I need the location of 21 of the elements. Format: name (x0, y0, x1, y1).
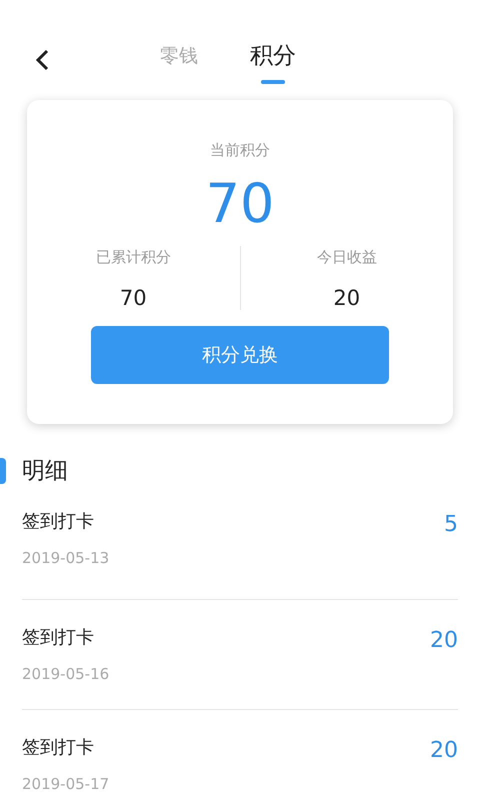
record-date: 2019-05-17 (22, 774, 110, 795)
stat-label: 今日收益 (316, 247, 377, 268)
stat-value: 70 (120, 284, 147, 312)
exchange-button[interactable]: 积分兑换 (91, 326, 389, 384)
card-title: 当前积分 (210, 140, 270, 160)
record-title: 签到打卡 (22, 736, 95, 760)
record-title: 签到打卡 (22, 510, 95, 534)
section-title: 明细 (22, 456, 68, 486)
tab[interactable]: 积分 (250, 40, 296, 84)
section-marker (0, 458, 6, 484)
record-title: 签到打卡 (22, 626, 95, 650)
record-amount: 5 (444, 511, 458, 539)
record-date: 2019-05-13 (22, 548, 110, 569)
back-icon[interactable] (35, 49, 49, 71)
tab[interactable]: 零钱 (160, 40, 198, 84)
record-amount: 20 (430, 737, 458, 765)
record-date: 2019-05-16 (22, 664, 110, 685)
record-amount: 20 (430, 627, 458, 655)
current-points: 70 (206, 172, 274, 236)
stat-value: 20 (333, 284, 360, 312)
stat-label: 已累计积分 (96, 247, 171, 268)
